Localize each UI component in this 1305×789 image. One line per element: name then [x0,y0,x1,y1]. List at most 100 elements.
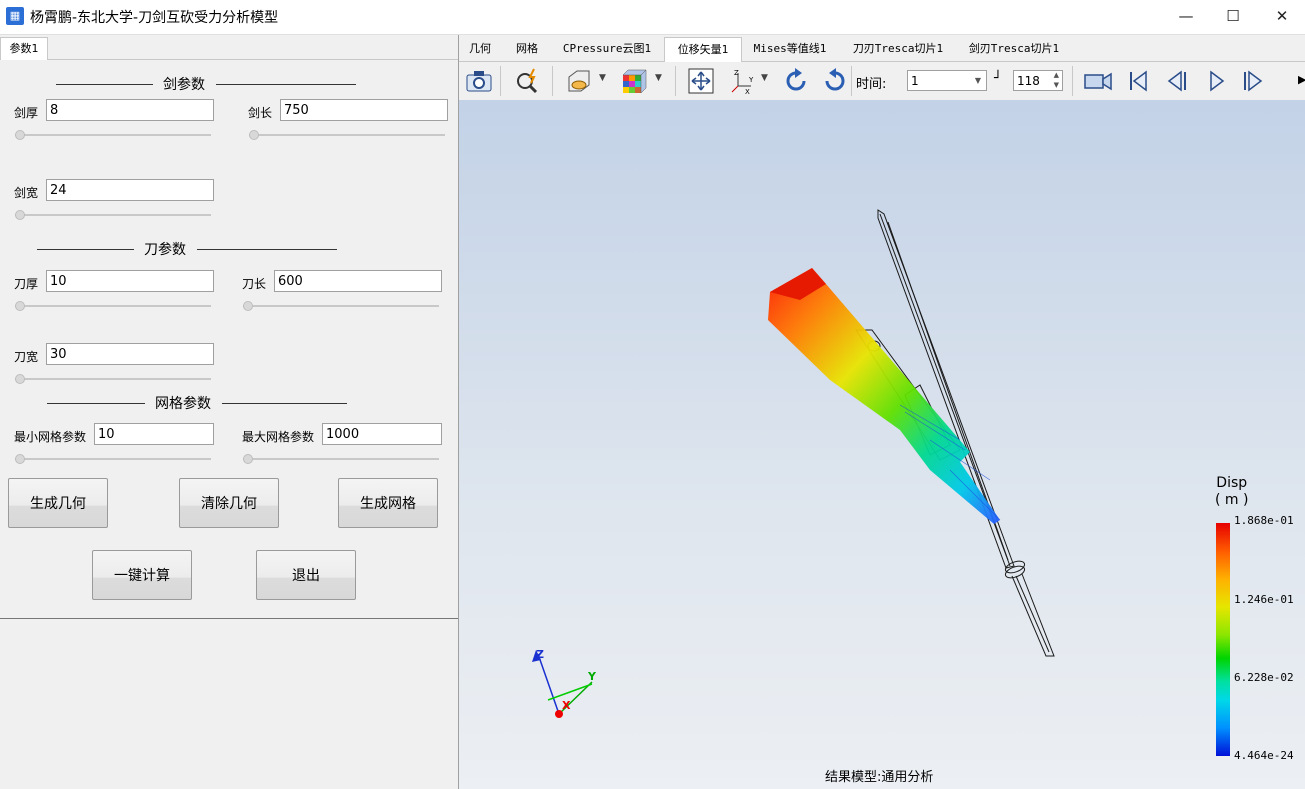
colormap-cube-icon[interactable] [618,65,650,97]
toolbar-separator [851,66,852,96]
max-mesh-input[interactable]: 1000 [322,423,442,445]
blade-thickness-label: 刀厚 [14,277,39,291]
rotate-cw-icon[interactable] [780,65,812,97]
left-lower-area [0,619,458,789]
legend-label-3: 6.228e-02 [1234,671,1294,684]
exit-button[interactable]: 退出 [256,550,356,600]
sword-section-header: 剑参数 [56,76,356,93]
generate-geometry-button[interactable]: 生成几何 [8,478,108,528]
clear-geometry-button[interactable]: 清除几何 [179,478,279,528]
mesh-section-header: 网格参数 [47,395,347,412]
tab-geometry[interactable]: 几何 [461,37,499,61]
result-model-label: 结果模型:通用分析 [825,770,934,785]
legend-min-label: 4.464e-24 [1234,749,1294,762]
svg-text:Y: Y [748,76,754,84]
app-icon: ▦ [6,7,24,25]
compute-button[interactable]: 一键计算 [92,550,192,600]
min-mesh-input[interactable]: 10 [94,423,214,445]
tab-params[interactable]: 参数1 [0,37,48,60]
legend-colorbar [1216,523,1230,756]
chevron-down-icon[interactable]: ▼ [655,73,662,83]
max-mesh-slider[interactable] [243,454,439,464]
play-icon[interactable] [1200,65,1232,97]
sword-thickness-slider[interactable] [15,130,211,140]
toolbar-overflow-icon[interactable]: ▶ [1298,73,1305,86]
time-select[interactable]: 1 ▼ [907,70,987,91]
legend-unit: ( m ) [1215,492,1249,508]
generate-mesh-button[interactable]: 生成网格 [338,478,438,528]
time-select-value: 1 [911,74,919,88]
step-forward-icon[interactable] [1238,65,1270,97]
tab-displacement[interactable]: 位移矢量1 [664,37,742,62]
model-render: Z Y X [532,209,1055,718]
blade-length-label: 刀长 [242,277,267,291]
blade-width-input[interactable]: 30 [46,343,214,365]
blade-section-title: 刀参数 [144,242,186,258]
axis-y-label: Y [587,670,597,683]
blade-length-input[interactable]: 600 [274,270,442,292]
video-camera-icon[interactable] [1082,65,1114,97]
chevron-down-icon[interactable]: ▼ [599,73,606,83]
3d-viewport[interactable]: Z Y X [459,100,1305,789]
axis-orient-icon[interactable]: Z YX [727,65,759,97]
toolbar-separator [552,66,553,96]
sword-length-slider[interactable] [249,130,445,140]
legend-max-label: 1.868e-01 [1234,514,1294,527]
fit-view-icon[interactable] [685,65,717,97]
chevron-down-icon: ▼ [974,76,981,85]
svg-text:X: X [745,88,750,95]
toolbar-separator [675,66,676,96]
step-icon: ┘ [994,71,1002,86]
blade-thickness-input[interactable]: 10 [46,270,214,292]
blade-section-header: 刀参数 [37,241,337,258]
axis-x-label: X [562,699,571,712]
sword-length-input[interactable]: 750 [280,99,448,121]
camera-icon[interactable] [463,65,495,97]
sword-length-label: 剑长 [248,106,273,120]
sword-outline [855,209,1055,657]
step-back-icon[interactable] [1160,65,1192,97]
section-view-icon[interactable] [563,65,595,97]
blade-width-label: 刀宽 [14,350,39,364]
min-mesh-slider[interactable] [15,454,211,464]
sword-width-label: 剑宽 [14,186,39,200]
toolbar-separator [1072,66,1073,96]
minimize-button[interactable]: — [1163,0,1209,32]
sword-thickness-input[interactable]: 8 [46,99,214,121]
window-title: 杨霄鹏-东北大学-刀剑互砍受力分析模型 [30,10,279,26]
skip-first-icon[interactable] [1122,65,1154,97]
axis-z-label: Z [536,648,544,661]
legend-label-2: 1.246e-01 [1234,593,1294,606]
sword-width-input[interactable]: 24 [46,179,214,201]
spin-arrows-icon[interactable]: ▲ ▼ [1054,70,1059,90]
maximize-button[interactable]: ☐ [1210,0,1256,32]
blade-length-slider[interactable] [243,301,439,311]
close-button[interactable]: ✕ [1259,0,1305,32]
toolbar-separator [500,66,501,96]
tab-blade-tresca[interactable]: 刀刃Tresca切片1 [843,37,953,61]
legend-title: Disp ( m ) [1215,475,1248,509]
rotate-ccw-icon[interactable] [819,65,851,97]
step-spinbox[interactable]: 118 ▲ ▼ [1013,70,1063,91]
max-mesh-label: 最大网格参数 [242,430,315,444]
left-tab-bar [0,35,458,60]
sword-section-title: 剑参数 [163,77,205,93]
time-label: 时间: [856,77,887,92]
blade-width-slider[interactable] [15,374,211,384]
axis-triad: Z Y X [532,648,597,718]
chevron-down-icon[interactable]: ▼ [761,73,768,83]
sword-width-slider[interactable] [15,210,211,220]
tab-mesh[interactable]: 网格 [508,37,546,61]
tab-cpressure[interactable]: CPressure云图1 [556,37,658,61]
parameter-panel [0,60,458,619]
blade-thickness-slider[interactable] [15,301,211,311]
zoom-auto-icon[interactable] [512,65,544,97]
legend-quantity: Disp [1216,475,1248,491]
tab-mises[interactable]: Mises等值线1 [744,37,836,61]
min-mesh-label: 最小网格参数 [14,430,87,444]
sword-thickness-label: 剑厚 [14,106,39,120]
tab-sword-tresca[interactable]: 剑刃Tresca切片1 [959,37,1069,61]
mesh-section-title: 网格参数 [155,396,211,412]
svg-text:Z: Z [734,69,739,77]
step-spinbox-value: 118 [1017,74,1040,88]
